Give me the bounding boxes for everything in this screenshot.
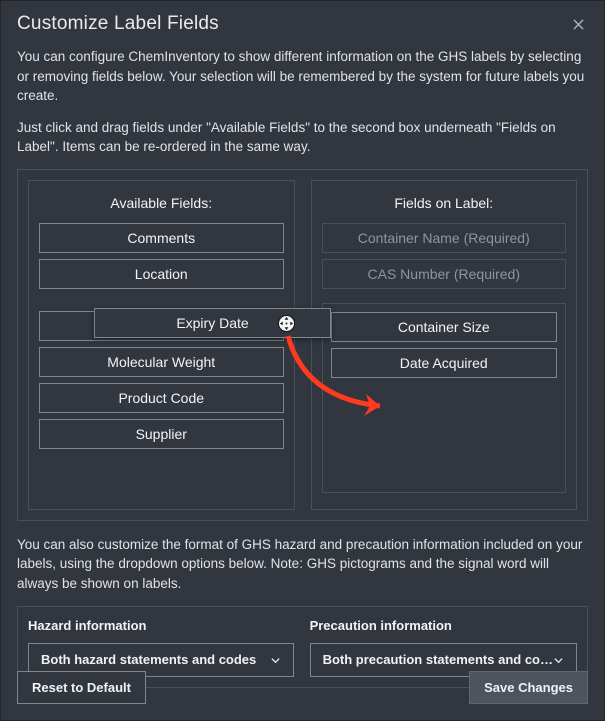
dialog-header: Customize Label Fields xyxy=(1,1,604,37)
field-supplier[interactable]: Supplier xyxy=(39,419,284,449)
customize-label-fields-dialog: Customize Label Fields You can configure… xyxy=(0,0,605,721)
precaution-label: Precaution information xyxy=(310,617,577,636)
field-date-acquired[interactable]: Date Acquired xyxy=(331,348,558,378)
dialog-footer: Reset to Default Save Changes xyxy=(1,657,604,720)
field-molecular-weight[interactable]: Molecular Weight xyxy=(39,347,284,377)
fields-on-label-title: Fields on Label: xyxy=(322,193,567,213)
field-container-name: Container Name (Required) xyxy=(322,223,567,253)
required-fields-list: Container Name (Required) CAS Number (Re… xyxy=(322,223,567,289)
field-product-code[interactable]: Product Code xyxy=(39,383,284,413)
field-container-size[interactable]: Container Size xyxy=(331,312,558,342)
close-icon xyxy=(573,19,584,30)
move-cursor-icon xyxy=(277,314,296,333)
intro-text-1: You can configure ChemInventory to show … xyxy=(17,47,588,106)
available-fields-title: Available Fields: xyxy=(39,193,284,213)
hazard-label: Hazard information xyxy=(28,617,294,636)
dialog-title: Customize Label Fields xyxy=(17,13,219,35)
field-comments[interactable]: Comments xyxy=(39,223,284,253)
columns-container: Available Fields: Comments Location Mole… xyxy=(28,180,577,510)
close-button[interactable] xyxy=(569,17,588,32)
selected-fields-group[interactable]: Container Size Date Acquired xyxy=(322,303,567,493)
save-button[interactable]: Save Changes xyxy=(469,671,588,704)
field-location[interactable]: Location xyxy=(39,259,284,289)
available-fields-column[interactable]: Available Fields: Comments Location Mole… xyxy=(28,180,295,510)
reset-button[interactable]: Reset to Default xyxy=(17,671,146,704)
fields-on-label-column[interactable]: Fields on Label: Container Name (Require… xyxy=(311,180,578,510)
fields-panel: Available Fields: Comments Location Mole… xyxy=(17,169,588,521)
field-cas-number: CAS Number (Required) xyxy=(322,259,567,289)
intro-text-2: Just click and drag fields under "Availa… xyxy=(17,118,588,157)
dialog-body: You can configure ChemInventory to show … xyxy=(1,37,604,704)
lower-text: You can also customize the format of GHS… xyxy=(17,535,588,594)
